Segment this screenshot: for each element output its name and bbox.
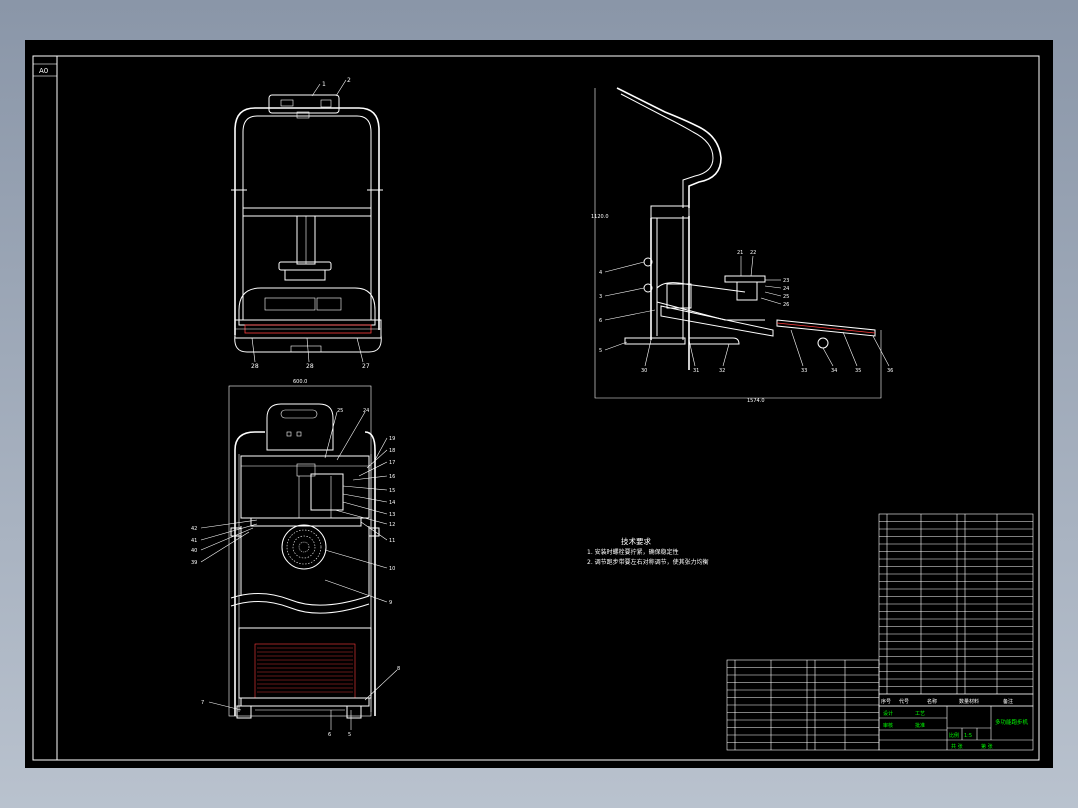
svg-text:数量: 数量 — [959, 698, 969, 705]
svg-text:6: 6 — [328, 732, 331, 738]
svg-text:27: 27 — [362, 363, 370, 370]
svg-text:7: 7 — [201, 700, 204, 706]
svg-text:11: 11 — [389, 538, 395, 544]
inner-frame — [56, 55, 1040, 761]
svg-text:25: 25 — [337, 408, 343, 414]
technical-notes: 技术要求 1. 安装时螺栓要拧紧，确保稳定性 2. 调节跑步带要左右对称调节，使… — [587, 536, 709, 566]
svg-text:24: 24 — [783, 286, 789, 292]
svg-text:5: 5 — [599, 348, 602, 354]
svg-text:26: 26 — [783, 302, 789, 308]
svg-text:5: 5 — [348, 732, 351, 738]
svg-text:30: 30 — [641, 368, 647, 374]
svg-text:32: 32 — [719, 368, 725, 374]
zone-label: A0 — [39, 67, 48, 75]
svg-text:2: 2 — [347, 77, 351, 84]
svg-text:12: 12 — [389, 522, 395, 528]
top-view-left-callouts: 42 41 40 39 — [191, 519, 258, 566]
svg-text:23: 23 — [783, 278, 789, 284]
svg-text:19: 19 — [389, 436, 395, 442]
svg-text:21: 21 — [737, 250, 743, 256]
svg-text:24: 24 — [363, 408, 369, 414]
svg-text:序号: 序号 — [881, 698, 891, 705]
svg-text:9: 9 — [389, 600, 392, 606]
svg-text:6: 6 — [599, 318, 602, 324]
svg-text:13: 13 — [389, 512, 395, 518]
side-view-left-callouts: 4 3 6 5 — [599, 261, 656, 354]
svg-text:1: 1 — [322, 81, 326, 88]
svg-text:22: 22 — [750, 250, 756, 256]
notes-title: 技术要求 — [621, 536, 651, 546]
side-view: 1120.0 1574.0 4 3 6 5 21 22 23 24 25 26 … — [591, 87, 893, 404]
svg-text:14: 14 — [389, 500, 395, 506]
svg-text:600.0: 600.0 — [293, 379, 307, 385]
svg-text:工艺: 工艺 — [915, 711, 925, 717]
svg-text:34: 34 — [831, 368, 837, 374]
svg-text:8: 8 — [397, 666, 400, 672]
svg-text:比例: 比例 — [949, 732, 959, 739]
svg-text:审核: 审核 — [883, 722, 893, 729]
svg-text:17: 17 — [389, 460, 395, 466]
front-view: 1 2 28 28 27 — [231, 77, 383, 370]
svg-text:第 张: 第 张 — [981, 743, 993, 750]
svg-text:41: 41 — [191, 538, 197, 544]
svg-text:31: 31 — [693, 368, 699, 374]
outer-frame — [32, 55, 1040, 761]
drawing-title: 多功能跑步机 — [995, 718, 1029, 726]
svg-text:40: 40 — [191, 548, 197, 554]
svg-text:35: 35 — [855, 368, 861, 374]
svg-text:18: 18 — [389, 448, 395, 454]
svg-text:3: 3 — [599, 294, 602, 300]
svg-text:材料: 材料 — [969, 698, 979, 705]
svg-text:16: 16 — [389, 474, 395, 480]
svg-text:28: 28 — [306, 363, 314, 370]
top-view-right-callouts: 25 24 19 18 17 16 15 14 13 12 11 10 9 — [324, 408, 395, 606]
parts-list: 代号 名称 材料 备注 序号 数量 多功能跑步机 设计 审核 工艺 批准 比例 … — [726, 513, 1034, 751]
drawing-sheet: A0 1 2 28 28 27 600.0 25 24 19 18 17 16 … — [25, 40, 1053, 768]
svg-text:名称: 名称 — [927, 698, 937, 705]
front-view-callouts: 1 2 28 28 27 — [251, 77, 370, 370]
svg-text:39: 39 — [191, 560, 197, 566]
svg-text:共 张: 共 张 — [951, 743, 963, 750]
svg-text:批准: 批准 — [915, 722, 925, 729]
cad-drawing: A0 1 2 28 28 27 600.0 25 24 19 18 17 16 … — [32, 55, 1040, 761]
svg-text:4: 4 — [599, 270, 602, 276]
svg-text:1120.0: 1120.0 — [591, 214, 609, 220]
svg-text:28: 28 — [251, 363, 259, 370]
svg-text:代号: 代号 — [899, 698, 909, 705]
side-view-bottom-callouts: 30 31 32 33 34 35 36 — [641, 329, 893, 374]
svg-text:36: 36 — [887, 368, 893, 374]
svg-text:1:5: 1:5 — [964, 733, 972, 739]
svg-text:10: 10 — [389, 566, 395, 572]
top-view-bottom-callouts: 8 7 6 5 — [201, 666, 400, 738]
svg-text:备注: 备注 — [1003, 698, 1013, 705]
svg-text:1574.0: 1574.0 — [747, 398, 765, 404]
top-view: 600.0 25 24 19 18 17 16 15 14 13 12 11 1… — [191, 379, 400, 738]
notes-line-1: 1. 安装时螺栓要拧紧，确保稳定性 — [587, 548, 679, 556]
svg-text:25: 25 — [783, 294, 789, 300]
notes-line-2: 2. 调节跑步带要左右对称调节，使其张力均衡 — [587, 558, 709, 566]
side-view-right-callouts: 21 22 23 24 25 26 — [737, 250, 789, 308]
svg-text:42: 42 — [191, 526, 197, 532]
svg-text:设计: 设计 — [883, 710, 893, 717]
svg-text:15: 15 — [389, 488, 395, 494]
svg-text:33: 33 — [801, 368, 807, 374]
